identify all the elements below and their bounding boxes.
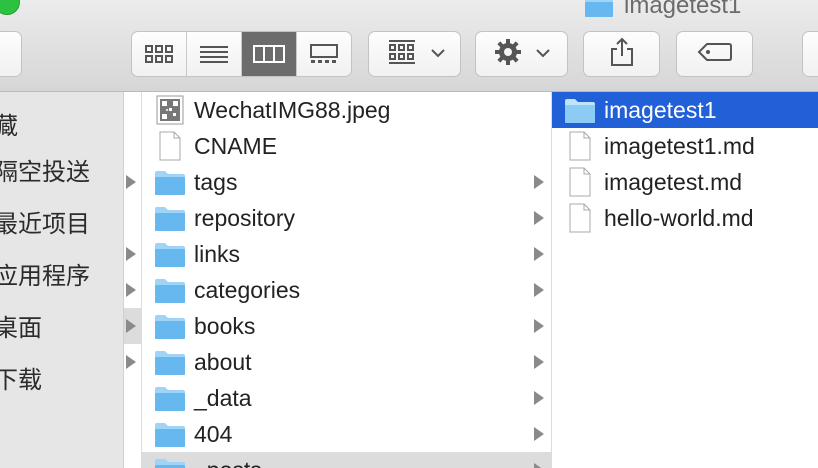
list-item-label: tags (194, 168, 238, 195)
document-icon (154, 131, 186, 161)
folder-icon (154, 347, 186, 377)
list-item[interactable]: about (142, 344, 551, 380)
disclosure-arrow-icon (534, 427, 544, 441)
zoom-button[interactable] (0, 0, 20, 15)
window-title: imagetest1 (624, 0, 742, 19)
list-item[interactable]: repository (142, 200, 551, 236)
tag-icon (697, 42, 733, 67)
folder-icon (154, 455, 186, 468)
sidebar-item-applications[interactable]: 应用程序 (0, 256, 90, 291)
list-item-label: _posts (194, 457, 262, 468)
sidebar-item-favorites[interactable]: 藏 (0, 106, 18, 141)
list-item-selected[interactable] (124, 308, 142, 344)
disclosure-arrow-icon (534, 319, 544, 333)
disclosure-arrow-icon (534, 283, 544, 297)
list-item[interactable] (124, 164, 142, 200)
document-icon (564, 167, 596, 197)
list-item[interactable] (124, 272, 142, 308)
list-view-icon[interactable] (187, 32, 242, 76)
folder-icon (584, 0, 614, 18)
list-item-label: repository (194, 204, 295, 231)
list-item-label: imagetest1.md (604, 132, 755, 159)
list-item[interactable]: books (142, 308, 551, 344)
list-item[interactable] (124, 236, 142, 272)
list-item-label: imagetest.md (604, 168, 743, 195)
list-item-label: hello-world.md (604, 204, 754, 231)
share-icon (610, 37, 634, 72)
chevron-down-icon (431, 45, 445, 63)
disclosure-arrow-icon (534, 391, 544, 405)
folder-icon (154, 239, 186, 269)
list-item-selected[interactable]: _posts (142, 452, 551, 468)
share-button[interactable] (583, 31, 660, 77)
folder-icon (154, 203, 186, 233)
gear-icon (494, 38, 522, 71)
group-by-icon (387, 39, 417, 70)
disclosure-arrow-icon (126, 175, 136, 189)
folder-icon (154, 167, 186, 197)
list-item[interactable]: hello-world.md (552, 200, 818, 236)
disclosure-arrow-icon (534, 355, 544, 369)
list-item[interactable]: imagetest1.md (552, 128, 818, 164)
back-button[interactable] (0, 31, 22, 77)
list-item[interactable] (124, 344, 142, 380)
toolbar-overflow-button[interactable] (802, 31, 818, 77)
sidebar-item-downloads[interactable]: 下载 (0, 360, 42, 395)
list-item-label: WechatIMG88.jpeg (194, 96, 391, 123)
sidebar: 藏 隔空投送 最近项目 应用程序 桌面 下载 (0, 92, 124, 468)
disclosure-arrow-icon (534, 247, 544, 261)
sidebar-item-desktop[interactable]: 桌面 (0, 308, 42, 343)
list-item-label: categories (194, 276, 301, 303)
icon-view-icon[interactable] (132, 32, 187, 76)
document-icon (564, 131, 596, 161)
sidebar-item-airdrop[interactable]: 隔空投送 (0, 152, 90, 187)
list-item-label: CNAME (194, 132, 278, 159)
list-item[interactable]: tags (142, 164, 551, 200)
gallery-view-icon[interactable] (297, 32, 351, 76)
list-item[interactable]: 404 (142, 416, 551, 452)
document-icon (564, 203, 596, 233)
column-2: WechatIMG88.jpeg CNAME tags repository l… (142, 92, 552, 468)
column-3: imagetest1 imagetest1.md imagetest.md he… (552, 92, 818, 468)
disclosure-arrow-icon (126, 283, 136, 297)
list-item-label: about (194, 348, 252, 375)
list-item-label: 404 (194, 420, 233, 447)
chevron-down-icon (536, 45, 550, 63)
folder-icon (154, 275, 186, 305)
disclosure-arrow-icon (534, 175, 544, 189)
disclosure-arrow-icon (126, 355, 136, 369)
folder-icon (154, 383, 186, 413)
list-item-label: books (194, 312, 256, 339)
list-item[interactable]: WechatIMG88.jpeg (142, 92, 551, 128)
disclosure-arrow-icon (126, 247, 136, 261)
window-title-area: imagetest1 (584, 0, 741, 20)
action-button[interactable] (475, 31, 568, 77)
list-item[interactable]: imagetest.md (552, 164, 818, 200)
list-item[interactable]: _data (142, 380, 551, 416)
list-item-selected[interactable]: imagetest1 (552, 92, 818, 128)
finder-window: imagetest1 藏 隔空投送 最近项目 应用程序 桌面 下载 Wechat… (0, 0, 818, 468)
tag-button[interactable] (676, 31, 753, 77)
list-item[interactable]: CNAME (142, 128, 551, 164)
list-item[interactable]: links (142, 236, 551, 272)
column-1 (124, 92, 142, 468)
disclosure-arrow-icon (534, 463, 544, 468)
sidebar-item-recents[interactable]: 最近项目 (0, 204, 90, 239)
folder-icon (564, 95, 596, 125)
column-view-icon[interactable] (242, 32, 297, 76)
view-switcher (131, 31, 352, 77)
list-item-label: _data (194, 384, 252, 411)
disclosure-arrow-icon (126, 319, 136, 333)
folder-icon (154, 311, 186, 341)
toolbar: imagetest1 (0, 0, 818, 92)
group-by-button[interactable] (368, 31, 461, 77)
list-item[interactable]: categories (142, 272, 551, 308)
image-file-icon (154, 95, 186, 125)
folder-icon (154, 419, 186, 449)
list-item-label: imagetest1 (604, 96, 717, 123)
disclosure-arrow-icon (534, 211, 544, 225)
list-item-label: links (194, 240, 241, 267)
